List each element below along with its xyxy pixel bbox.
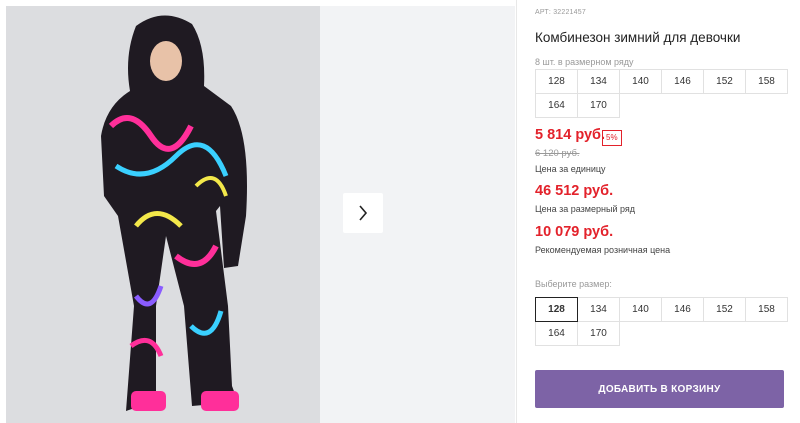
size-range-item: 158 bbox=[745, 69, 788, 94]
size-range-item: 146 bbox=[661, 69, 704, 94]
size-option-140[interactable]: 140 bbox=[619, 297, 662, 322]
discount-badge: 5% bbox=[602, 130, 622, 146]
product-article: АРТ: 32221457 bbox=[535, 9, 586, 16]
choose-size-label: Выберите размер: bbox=[535, 279, 612, 289]
chevron-right-icon bbox=[359, 205, 368, 221]
size-option-158[interactable]: 158 bbox=[745, 297, 788, 322]
size-range-grid: 128 134 140 146 152 158 164 170 bbox=[535, 69, 788, 118]
retail-price: 10 079 руб. bbox=[535, 224, 614, 240]
size-range-item: 128 bbox=[535, 69, 578, 94]
row-price: 46 512 руб. bbox=[535, 183, 614, 199]
product-title: Комбинезон зимний для девочки bbox=[535, 30, 741, 45]
size-option-128[interactable]: 128 bbox=[535, 297, 578, 322]
size-range-item: 170 bbox=[577, 93, 620, 118]
column-divider bbox=[516, 0, 517, 423]
size-range-item: 164 bbox=[535, 93, 578, 118]
add-to-cart-button[interactable]: ДОБАВИТЬ В КОРЗИНУ bbox=[535, 370, 784, 408]
product-main-image bbox=[6, 6, 320, 423]
next-image-button[interactable] bbox=[343, 193, 383, 233]
size-range-item: 140 bbox=[619, 69, 662, 94]
old-price: 6 120 руб. bbox=[535, 148, 580, 159]
size-option-152[interactable]: 152 bbox=[703, 297, 746, 322]
row-price-note: Цена за размерный ряд bbox=[535, 204, 636, 214]
size-option-164[interactable]: 164 bbox=[535, 321, 578, 346]
size-range-item: 152 bbox=[703, 69, 746, 94]
size-selector-grid: 128 134 140 146 152 158 164 170 bbox=[535, 297, 788, 346]
retail-price-note: Рекомендуемая розничная цена bbox=[535, 245, 671, 255]
size-range-hint: 8 шт. в размерном ряду bbox=[535, 57, 634, 67]
size-range-item: 134 bbox=[577, 69, 620, 94]
unit-price: 5 814 руб. bbox=[535, 127, 606, 143]
girl-in-snowsuit-image bbox=[6, 6, 320, 423]
size-option-146[interactable]: 146 bbox=[661, 297, 704, 322]
size-option-134[interactable]: 134 bbox=[577, 297, 620, 322]
size-option-170[interactable]: 170 bbox=[577, 321, 620, 346]
unit-price-note: Цена за единицу bbox=[535, 164, 606, 174]
